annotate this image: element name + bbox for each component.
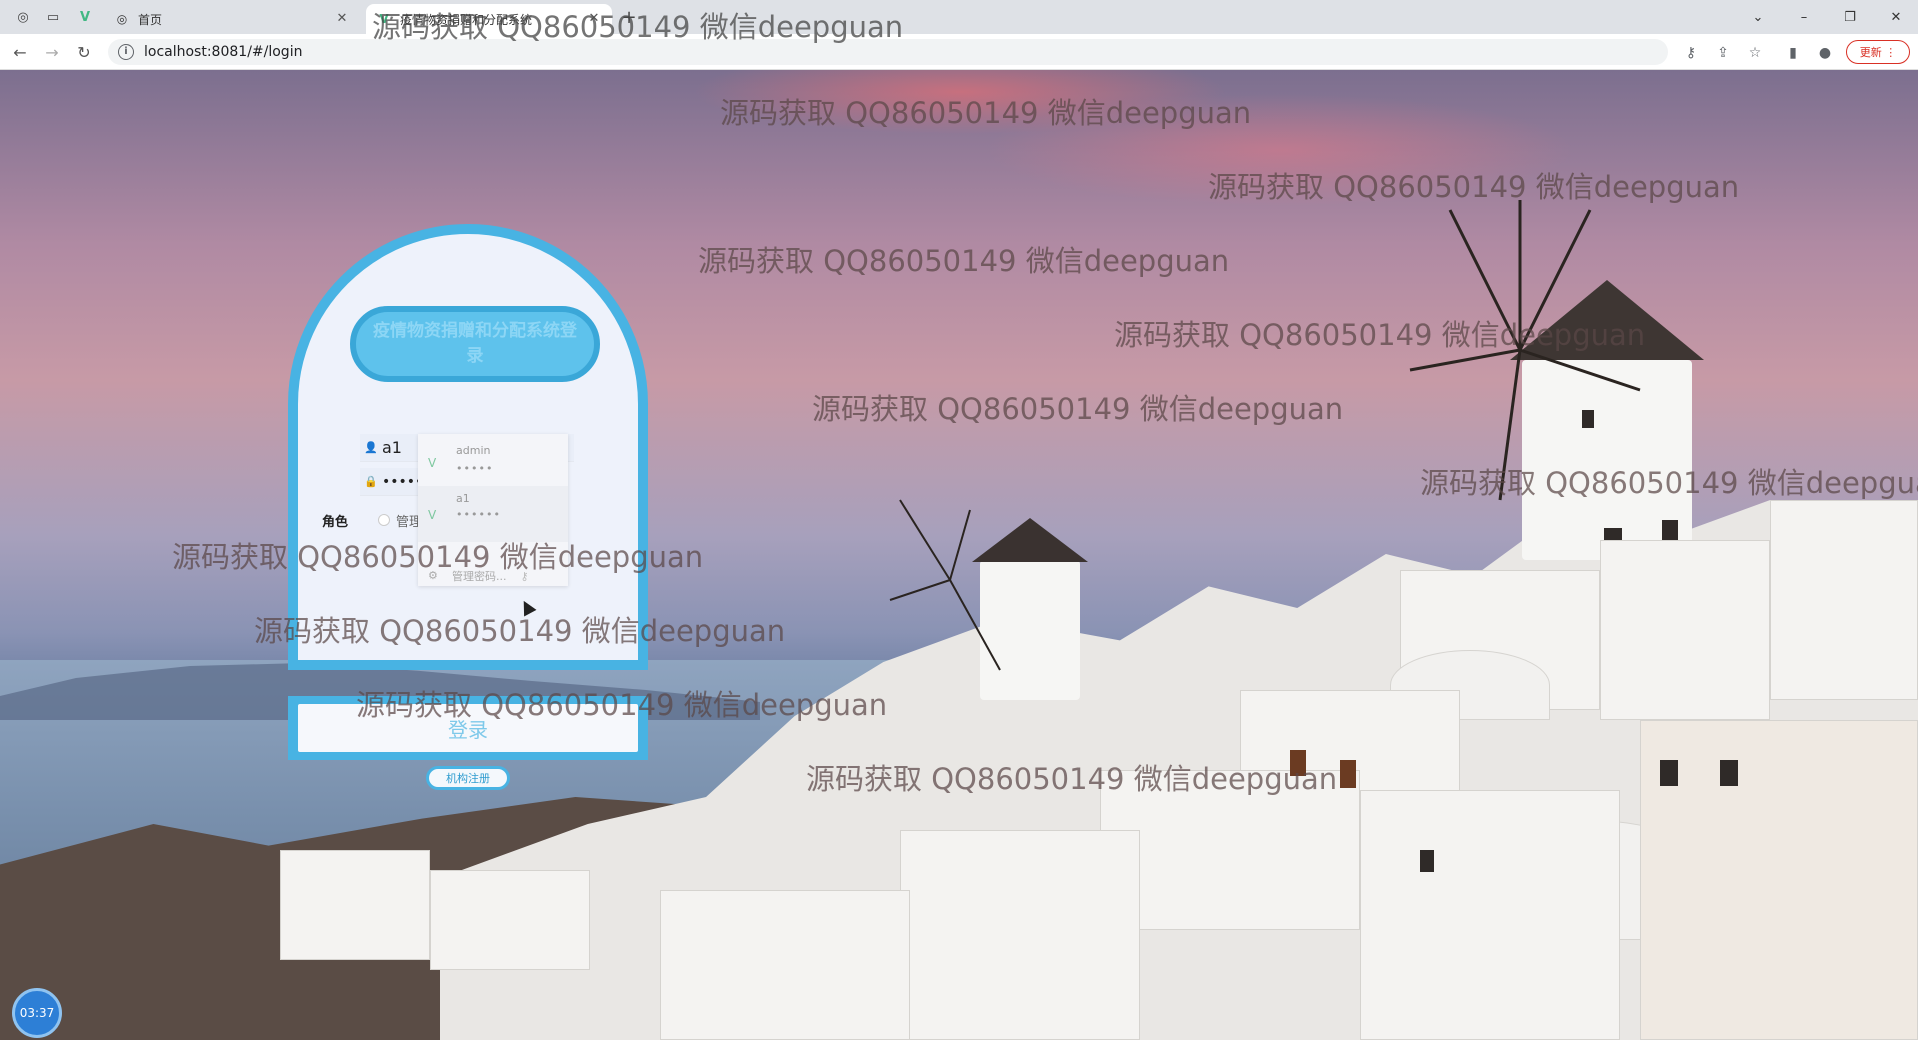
browser-toolbar: ← → ↻ i localhost:8081/#/login ⚷ ⇪ ☆ ▮ ●… [0,34,1918,70]
timer-text: 03:37 [19,1006,55,1020]
house [1640,720,1918,1040]
vue-logo-icon[interactable]: V [76,8,94,26]
recording-timer[interactable]: 03:37 [12,988,62,1038]
update-button[interactable]: 更新 ⋮ [1846,40,1910,64]
minimize-button[interactable]: – [1786,4,1822,30]
house [900,830,1140,1040]
door [1340,760,1356,788]
info-icon[interactable]: i [118,44,134,60]
watermark: 源码获取 QQ86050149 微信deepguan [254,614,786,648]
reload-icon[interactable]: ↻ [72,40,96,64]
house [1770,500,1918,700]
user-icon: 👤 [364,441,378,454]
window [1720,760,1738,786]
close-window-button[interactable]: ✕ [1878,4,1914,30]
watermark: 源码获取 QQ86050149 微信deepguan [812,392,1344,426]
watermark: 源码获取 QQ86050149 微信deepguan [372,10,904,44]
house [1360,790,1620,1040]
tab-home[interactable]: ◎ 首页 ✕ [104,4,360,34]
back-icon[interactable]: ← [8,40,32,64]
watermark: 源码获取 QQ86050149 微信deepguan [1420,466,1918,500]
forward-icon[interactable]: → [40,40,64,64]
window [1420,850,1434,872]
house [430,870,590,970]
watermark: 源码获取 QQ86050149 微信deepguan [1208,170,1740,204]
watermark: 源码获取 QQ86050149 微信deepguan [806,762,1338,796]
blank-page-icon[interactable]: ▭ [44,8,62,26]
watermark: 源码获取 QQ86050149 微信deepguan [1114,318,1646,352]
watermark: 源码获取 QQ86050149 微信deepguan [720,96,1252,130]
tab-search-icon[interactable]: ⌄ [1740,4,1776,30]
tab-strip: ◎ ▭ V ◎ 首页 ✕ V 疫情物资捐赠和分配系统 ✕ + ⌄ – ❐ ✕ [0,0,1918,34]
star-icon[interactable]: ☆ [1744,42,1766,64]
restore-button[interactable]: ❐ [1832,4,1868,30]
autofill-user: a1 [456,492,470,505]
login-page: 疫情物资捐赠和分配系统登录 👤 a1 🔒 •••••• 角色 管理员 机构 V [0,70,1918,1040]
chrome-icon[interactable]: ◎ [14,8,32,26]
autofill-pass: •••••• [456,508,501,521]
close-icon[interactable]: ✕ [334,11,350,27]
login-title-pill: 疫情物资捐赠和分配系统登录 [350,306,600,382]
autofill-pass: ••••• [456,462,494,475]
house [1600,540,1770,720]
radio-button[interactable] [378,514,391,526]
side-panel-icon[interactable]: ▮ [1782,42,1804,64]
watermark: 源码获取 QQ86050149 微信deepguan [172,540,704,574]
tab-title: 首页 [138,12,163,27]
key-icon[interactable]: ⚷ [1680,42,1702,64]
vue-logo-icon: V [428,508,437,522]
register-button-label: 机构注册 [446,772,490,785]
register-button[interactable]: 机构注册 [426,766,510,790]
window [1582,410,1594,428]
share-icon[interactable]: ⇪ [1712,42,1734,64]
watermark: 源码获取 QQ86050149 微信deepguan [698,244,1230,278]
lock-icon: 🔒 [364,475,378,488]
autofill-entry[interactable]: V admin ••••• [418,434,568,490]
window [1660,760,1678,786]
house [660,890,910,1040]
login-title: 疫情物资捐赠和分配系统登录 [373,321,577,366]
role-label: 角色 [322,514,349,530]
watermark: 源码获取 QQ86050149 微信deepguan [356,688,888,722]
profile-icon[interactable]: ● [1814,42,1836,64]
url-text: localhost:8081/#/login [144,44,303,60]
small-windmill-sails-icon [889,499,1001,671]
update-label: 更新 [1859,46,1882,59]
username-value: a1 [382,438,402,457]
login-card: 疫情物资捐赠和分配系统登录 👤 a1 🔒 •••••• 角色 管理员 机构 V [288,224,648,670]
globe-icon: ◎ [116,12,128,26]
house [280,850,430,960]
autofill-user: admin [456,444,491,457]
vue-logo-icon: V [428,456,437,470]
